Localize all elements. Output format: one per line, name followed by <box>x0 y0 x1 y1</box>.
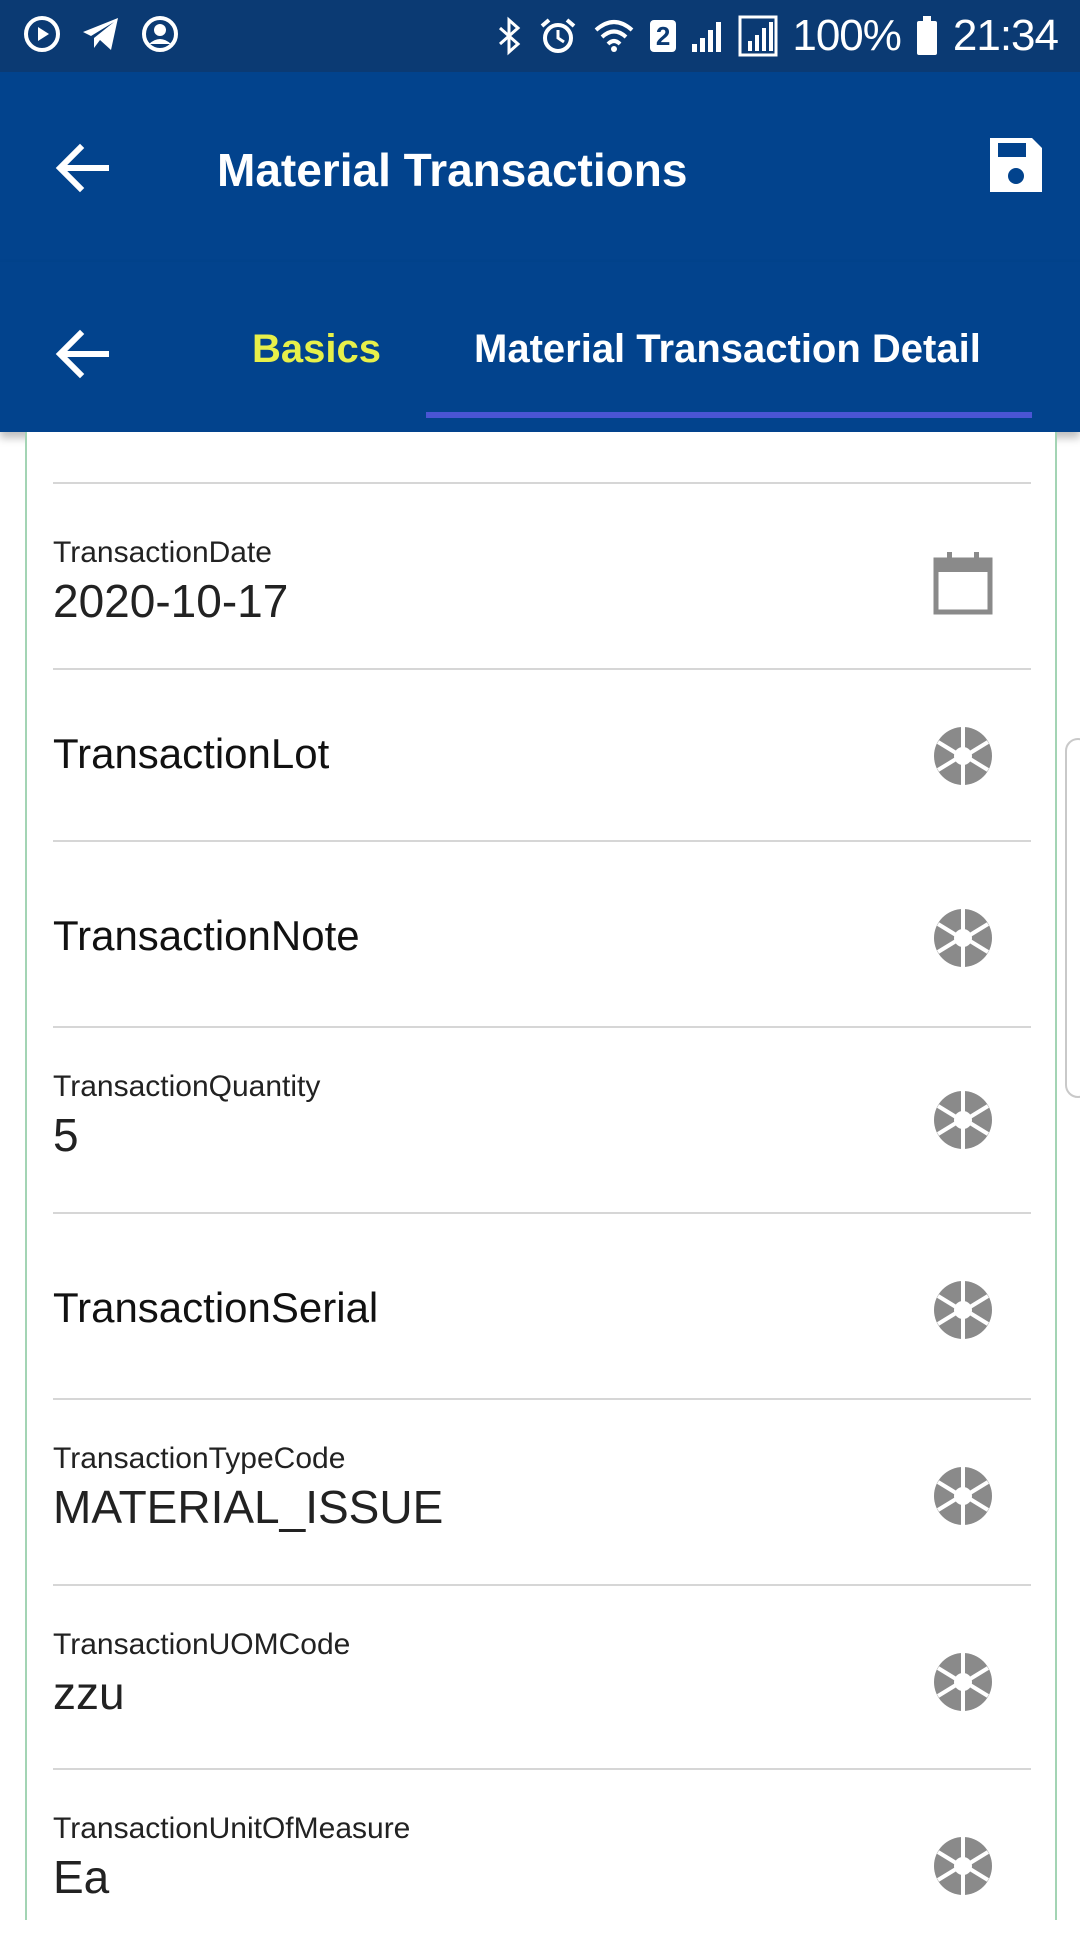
battery-percent: 100% <box>792 11 902 60</box>
field-value: MATERIAL_ISSUE <box>53 1481 444 1533</box>
status-bar: 2 100% 21:34 <box>0 0 1080 72</box>
clock: 21:34 <box>952 11 1059 60</box>
scroll-handle[interactable] <box>1065 738 1080 1098</box>
camera-aperture-icon[interactable] <box>933 1466 993 1526</box>
signal-roaming-icon <box>738 15 778 57</box>
field-label: TransactionSerial <box>53 1284 379 1331</box>
field-label: TransactionUnitOfMeasure <box>53 1812 411 1845</box>
camera-aperture-icon[interactable] <box>933 1836 993 1896</box>
field-row-transaction-quantity[interactable]: TransactionQuantity 5 <box>53 1028 1031 1213</box>
field-label: TransactionUOMCode <box>53 1628 351 1661</box>
camera-aperture-icon[interactable] <box>933 1652 993 1712</box>
account-circle-icon <box>140 14 180 54</box>
play-circle-icon <box>22 14 62 54</box>
tab-material-transaction-detail[interactable]: Material Transaction Detail <box>474 324 981 374</box>
field-row-transaction-date[interactable]: TransactionDate 2020-10-17 <box>53 484 1031 669</box>
field-row-transaction-lot[interactable]: TransactionLot <box>53 670 1031 855</box>
back-button[interactable] <box>52 136 116 200</box>
field-value: zzu <box>53 1667 125 1719</box>
camera-aperture-icon[interactable] <box>933 1090 993 1150</box>
status-left-icons <box>22 14 180 54</box>
field-row-transaction-note[interactable]: TransactionNote <box>53 842 1031 1027</box>
tab-basics[interactable]: Basics <box>252 324 381 374</box>
alarm-icon <box>538 16 578 56</box>
wifi-icon <box>592 16 636 56</box>
signal-icon <box>690 16 724 56</box>
field-row-transaction-serial[interactable]: TransactionSerial <box>53 1214 1031 1399</box>
app-bar: Material Transactions <box>0 72 1080 262</box>
arrow-left-icon <box>52 329 116 390</box>
bluetooth-icon <box>496 16 524 56</box>
camera-aperture-icon[interactable] <box>933 908 993 968</box>
camera-aperture-icon[interactable] <box>933 726 993 786</box>
field-label: TransactionLot <box>53 730 330 777</box>
arrow-left-icon <box>52 143 116 204</box>
field-label: TransactionNote <box>53 912 360 959</box>
field-value: 2020-10-17 <box>53 575 289 627</box>
page-title: Material Transactions <box>217 144 688 196</box>
field-label: TransactionDate <box>53 536 272 569</box>
active-tab-indicator <box>426 412 1032 418</box>
camera-aperture-icon[interactable] <box>933 1280 993 1340</box>
tab-back-button[interactable] <box>52 322 116 386</box>
field-value: 5 <box>53 1109 79 1161</box>
save-button[interactable] <box>986 134 1046 196</box>
tab-bar: Basics Material Transaction Detail <box>0 262 1080 432</box>
field-row-transaction-type-code[interactable]: TransactionTypeCode MATERIAL_ISSUE <box>53 1400 1031 1585</box>
detail-form: TransactionDate 2020-10-17 TransactionLo… <box>25 432 1057 1920</box>
field-value: Ea <box>53 1851 110 1903</box>
field-label: TransactionQuantity <box>53 1070 321 1103</box>
field-row-transaction-uom-code[interactable]: TransactionUOMCode zzu <box>53 1586 1031 1771</box>
field-row-transaction-unit-of-measure[interactable]: TransactionUnitOfMeasure Ea <box>53 1770 1031 1955</box>
status-right-icons: 2 100% 21:34 <box>496 10 1059 62</box>
calendar-icon[interactable] <box>933 550 993 615</box>
battery-icon <box>915 15 939 57</box>
save-icon <box>986 138 1046 200</box>
sim-badge: 2 <box>649 20 677 52</box>
field-label: TransactionTypeCode <box>53 1442 346 1475</box>
telegram-icon <box>80 14 122 54</box>
